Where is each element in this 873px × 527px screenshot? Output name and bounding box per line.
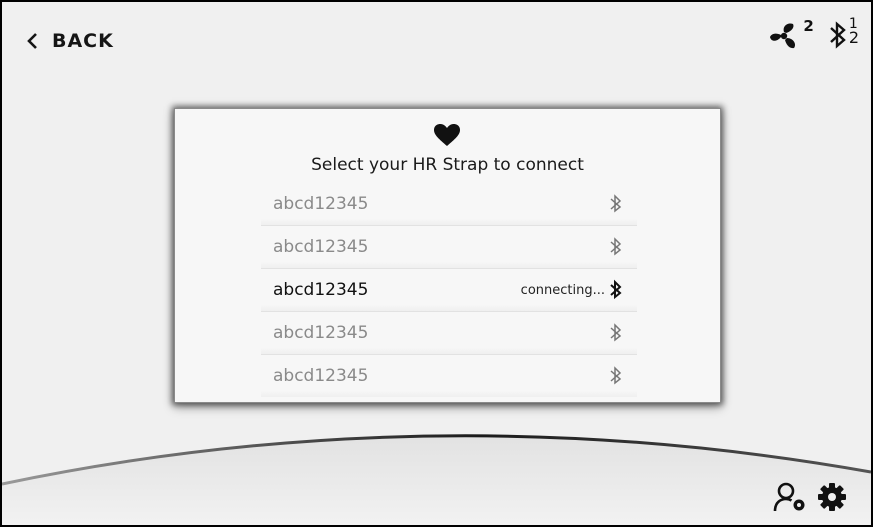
bluetooth-icon <box>610 279 622 300</box>
gear-icon <box>818 483 846 511</box>
device-row[interactable]: abcd12345 <box>261 355 637 397</box>
device-row[interactable]: abcd12345 <box>261 226 637 269</box>
fan-status: 2 <box>766 17 814 52</box>
back-button[interactable]: BACK <box>26 28 114 54</box>
device-row[interactable]: abcd12345 <box>261 183 637 226</box>
device-name: abcd12345 <box>273 237 369 257</box>
bluetooth-icon <box>610 323 622 342</box>
connection-status: connecting... <box>520 282 605 298</box>
bluetooth-status: 1 2 <box>828 17 859 52</box>
settings-button[interactable] <box>817 482 847 512</box>
device-row-connecting[interactable]: abcd12345 connecting... <box>261 269 637 312</box>
heart-icon <box>434 124 460 146</box>
device-list: abcd12345 abcd12345 abcd12345 connecting… <box>261 183 637 397</box>
bluetooth-icon <box>829 21 846 49</box>
chevron-left-icon <box>27 33 37 49</box>
user-settings-icon <box>773 482 805 512</box>
bt-count-bottom: 2 <box>848 28 859 47</box>
device-name: abcd12345 <box>273 280 369 300</box>
bottom-toolbar <box>773 481 847 513</box>
device-row[interactable]: abcd12345 <box>261 312 637 355</box>
device-name: abcd12345 <box>273 323 369 343</box>
back-label: BACK <box>52 30 114 52</box>
fan-icon <box>770 23 796 49</box>
bluetooth-icon <box>610 237 622 256</box>
bluetooth-connection-count: 1 2 <box>848 17 859 47</box>
bluetooth-icon <box>610 366 622 385</box>
user-settings-button[interactable] <box>773 481 807 513</box>
dialog-title: Select your HR Strap to connect <box>311 155 584 175</box>
device-name: abcd12345 <box>273 366 369 386</box>
bluetooth-icon <box>610 194 622 213</box>
status-icons: 2 1 2 <box>766 17 859 52</box>
screen: BACK 2 1 2 Select your HR Strap to conne… <box>2 2 871 525</box>
device-name: abcd12345 <box>273 194 369 214</box>
decorative-curve <box>2 434 871 525</box>
hr-strap-dialog: Select your HR Strap to connect abcd1234… <box>174 108 721 403</box>
fan-level: 2 <box>803 17 814 35</box>
